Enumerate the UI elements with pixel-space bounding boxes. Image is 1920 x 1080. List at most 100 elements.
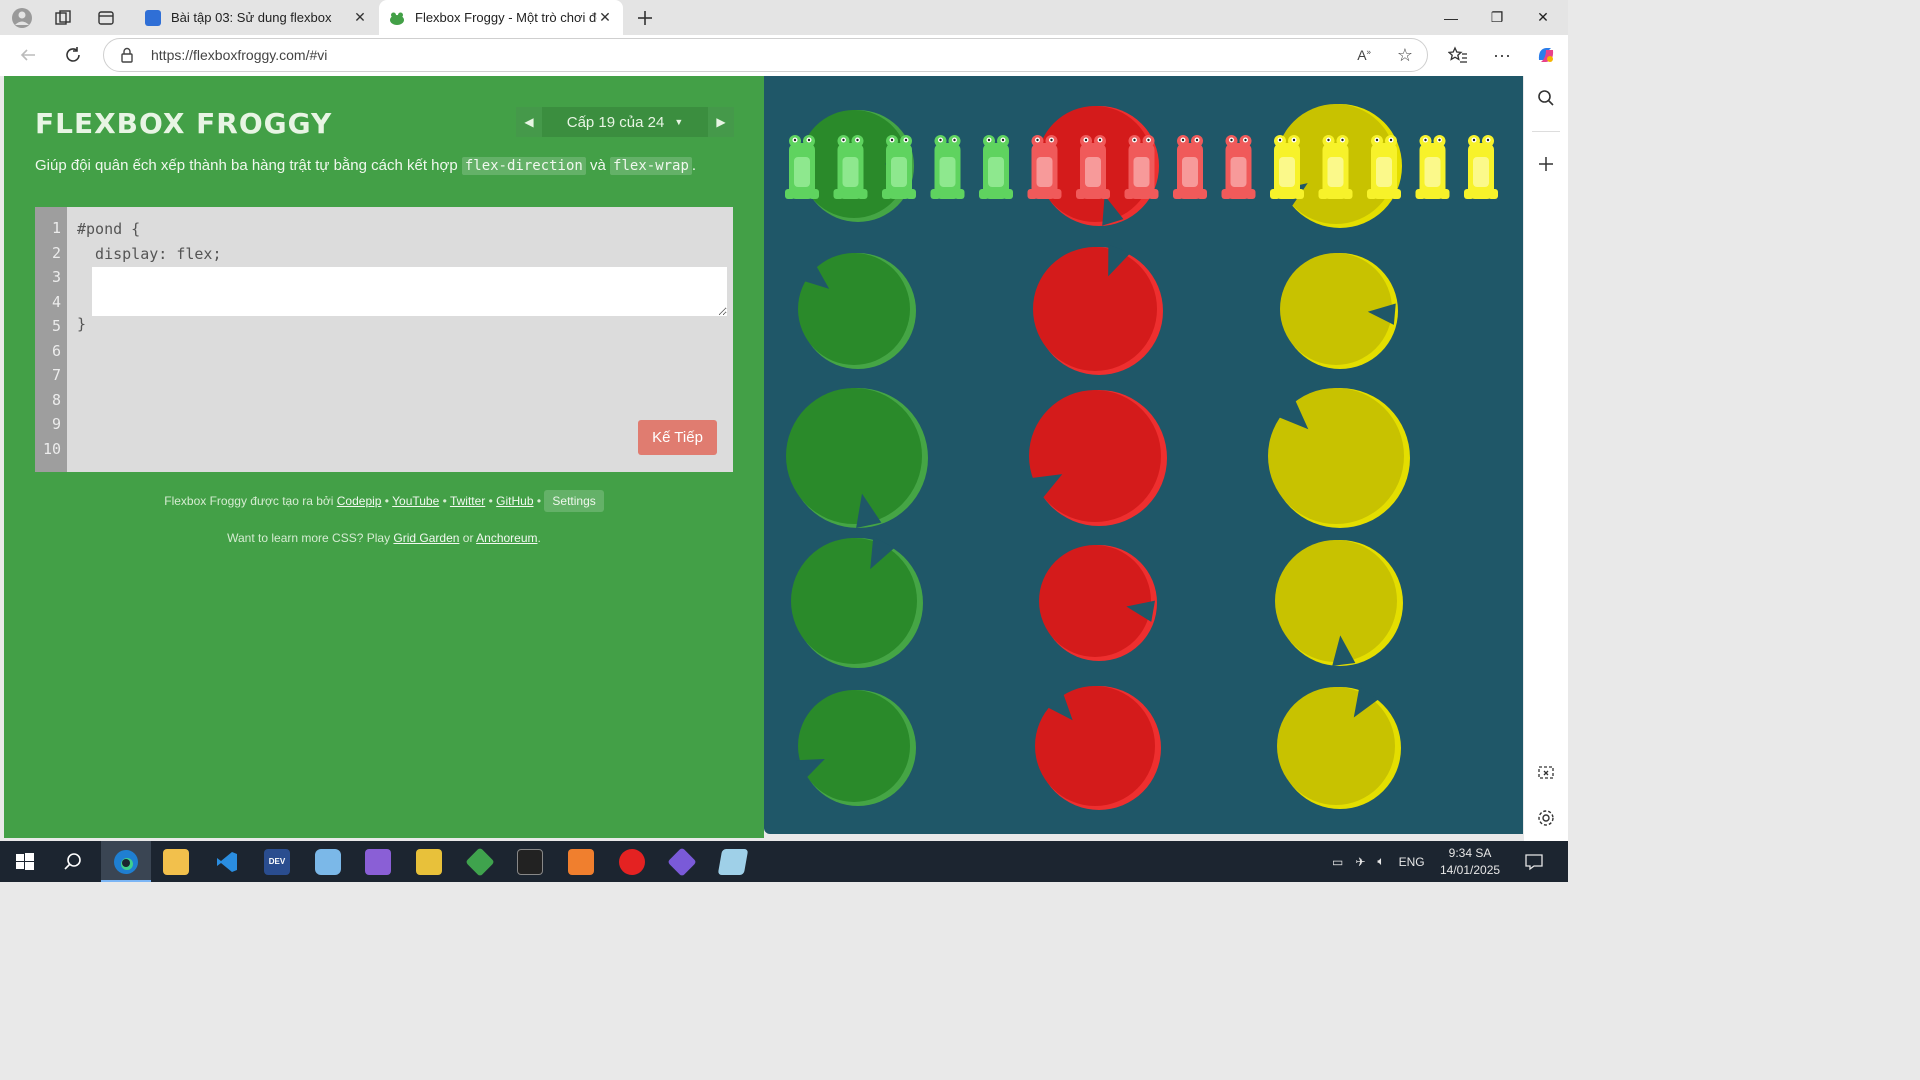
lock-icon[interactable] (120, 47, 134, 68)
tab-title: Bài tập 03: Sử dung flexbox (171, 10, 332, 25)
screenshot-icon[interactable] (1534, 761, 1558, 785)
line-number: 10 (42, 440, 61, 458)
tab-actions-icon[interactable] (94, 6, 118, 30)
system-tray: ▭ ✈ 🔈︎ ENG (1332, 841, 1425, 882)
vscode-icon[interactable] (214, 849, 240, 875)
settings-button[interactable]: Settings (544, 490, 604, 512)
search-icon[interactable] (60, 849, 86, 875)
language-indicator[interactable]: ENG (1399, 855, 1425, 869)
line-number: 5 (51, 317, 61, 335)
windows-start-icon[interactable] (12, 849, 38, 875)
level-selector[interactable]: Cấp 19 của 24 ▼ (542, 107, 708, 137)
line-number: 1 (51, 219, 61, 237)
youtube-link[interactable]: YouTube (392, 494, 439, 508)
profile-icon[interactable] (10, 6, 34, 30)
copilot-icon[interactable] (1534, 43, 1558, 67)
notes-app-icon[interactable] (717, 849, 749, 875)
line-number: 9 (51, 415, 61, 433)
git-app-icon[interactable] (667, 847, 697, 877)
airplane-mode-icon[interactable]: ✈ (1355, 855, 1365, 869)
frog (979, 135, 1013, 199)
address-bar: https://flexboxfroggy.com/#vi A» ☆ ··· (0, 35, 1568, 76)
browser-sidebar (1524, 76, 1568, 841)
instruction-text: . (691, 157, 697, 174)
terminal-icon[interactable] (517, 849, 543, 875)
clock-time: 9:34 SA (1448, 846, 1492, 860)
minimize-icon[interactable]: — (1428, 0, 1474, 35)
code-line: display: flex; (77, 245, 222, 263)
refresh-icon[interactable] (61, 43, 85, 67)
close-tab-icon[interactable]: ✕ (597, 9, 613, 26)
new-tab-icon[interactable] (633, 6, 657, 30)
notifications-icon[interactable] (1524, 841, 1544, 882)
css-editor: 1 2 3 4 5 6 7 8 9 10 #pond { display: fl… (35, 207, 733, 472)
previous-level-icon[interactable]: ◀ (516, 107, 542, 137)
url-text: https://flexboxfroggy.com/#vi (151, 47, 328, 63)
file-explorer-icon[interactable] (163, 849, 189, 875)
pond (764, 76, 1523, 834)
search-icon[interactable] (1534, 86, 1558, 110)
lilypad (1035, 686, 1161, 810)
favorite-star-icon[interactable]: ☆ (1397, 45, 1413, 66)
close-window-icon[interactable]: ✕ (1520, 0, 1566, 35)
frog (1173, 135, 1207, 199)
more-options-icon[interactable]: ··· (1490, 43, 1514, 67)
github-link[interactable]: GitHub (496, 494, 533, 508)
taskbar: DEV ▭ ✈ 🔈︎ ENG 9:34 SA 14/01/2025 (0, 841, 1568, 882)
back-icon[interactable] (16, 43, 40, 67)
web-page: FLEXBOX FROGGY ◀ Cấp 19 của 24 ▼ ▶ Giúp … (4, 76, 1523, 838)
frog (930, 135, 965, 199)
line-number: 7 (51, 366, 61, 384)
next-level-icon[interactable]: ▶ (708, 107, 734, 137)
close-tab-icon[interactable]: ✕ (352, 9, 368, 26)
clock[interactable]: 9:34 SA 14/01/2025 (1440, 841, 1500, 882)
learn-text: or (459, 531, 477, 545)
visual-studio-icon[interactable] (365, 849, 391, 875)
grid-garden-link[interactable]: Grid Garden (393, 531, 459, 545)
favorites-icon[interactable] (1446, 43, 1470, 67)
cube-app-icon[interactable] (315, 849, 341, 875)
css-input[interactable] (92, 267, 727, 316)
xampp-icon[interactable] (568, 849, 594, 875)
instruction-text: và (585, 157, 611, 174)
lilypad (1028, 390, 1167, 526)
lilypad (786, 388, 928, 528)
devc-icon[interactable]: DEV (264, 849, 290, 875)
learn-text: . (537, 531, 541, 545)
tab-inactive[interactable]: Bài tập 03: Sử dung flexbox ✕ (135, 0, 378, 35)
next-button[interactable]: Kế Tiếp (638, 420, 717, 455)
tab-title: Flexbox Froggy - Một trò chơi để (415, 10, 597, 25)
lilypad (798, 253, 916, 369)
paint-app-icon[interactable] (416, 849, 442, 875)
code-line: #pond { (77, 220, 141, 238)
level-navigator: ◀ Cấp 19 của 24 ▼ ▶ (516, 107, 734, 137)
line-numbers: 1 2 3 4 5 6 7 8 9 10 (35, 207, 67, 472)
tab-active[interactable]: Flexbox Froggy - Một trò chơi để ✕ (379, 0, 623, 35)
anchoreum-link[interactable]: Anchoreum (476, 531, 537, 545)
workspaces-icon[interactable] (51, 6, 75, 30)
battery-icon[interactable]: ▭ (1332, 855, 1343, 869)
lilypad (1033, 244, 1163, 375)
edge-taskbar-active[interactable] (101, 841, 151, 882)
lilypad (1277, 687, 1401, 809)
frog (1221, 135, 1256, 199)
wps-office-icon[interactable] (619, 849, 645, 875)
url-field[interactable]: https://flexboxfroggy.com/#vi A» ☆ (103, 38, 1428, 72)
line-number: 8 (51, 391, 61, 409)
lilypad (1268, 388, 1410, 528)
settings-gear-icon[interactable] (1534, 806, 1558, 830)
restore-icon[interactable]: ❐ (1474, 0, 1520, 35)
code-line: } (77, 315, 87, 333)
green-cube-icon[interactable] (465, 847, 495, 877)
credits-text: Flexbox Froggy được tạo ra bởi (164, 494, 337, 508)
clock-date: 14/01/2025 (1440, 863, 1501, 877)
twitter-link[interactable]: Twitter (450, 494, 485, 508)
read-aloud-icon[interactable]: A» (1357, 47, 1371, 63)
codepip-link[interactable]: Codepip (337, 494, 382, 508)
add-sidebar-app-icon[interactable] (1534, 152, 1558, 176)
frog (1415, 135, 1450, 199)
lilypad (795, 690, 916, 806)
credits: Flexbox Froggy được tạo ra bởi Codepip •… (4, 490, 764, 512)
code-flex-direction: flex-direction (461, 157, 586, 175)
volume-icon[interactable]: 🔈︎ (1377, 854, 1384, 869)
